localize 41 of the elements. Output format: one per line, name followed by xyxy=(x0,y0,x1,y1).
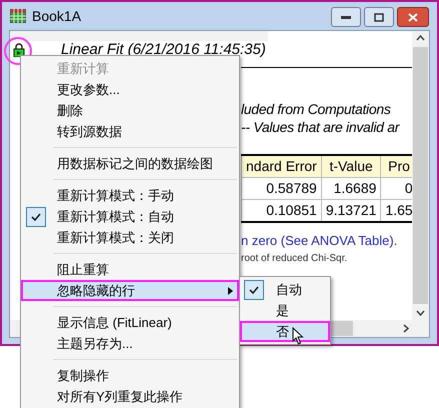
table-cell: 0.58789 xyxy=(242,178,322,200)
note-link[interactable]: n zero (See ANOVA Table). xyxy=(241,231,412,250)
menu-item[interactable]: 用数据标记之间的数据绘图 xyxy=(21,153,239,174)
menu-item[interactable]: 阻止重算 xyxy=(21,259,239,280)
scroll-down-icon[interactable] xyxy=(416,310,425,316)
column-header: Pro xyxy=(380,155,412,178)
menu-item[interactable]: 重新计算模式：关闭 xyxy=(21,227,239,248)
menu-item[interactable]: 忽略隐藏的行 xyxy=(21,280,239,301)
note-text: root of reduced Chi-Sqr. xyxy=(241,252,348,266)
maximize-button[interactable] xyxy=(364,7,394,27)
report-text: -- Values that are invalid ar xyxy=(241,118,401,136)
close-button[interactable] xyxy=(397,7,429,27)
submenu-item[interactable]: 是 xyxy=(240,300,330,321)
restore-icon xyxy=(374,12,384,22)
window-title: Book1A xyxy=(32,6,82,26)
minimize-icon xyxy=(341,15,351,19)
menu-item[interactable]: 转到源数据 xyxy=(21,121,239,142)
close-icon xyxy=(408,12,418,22)
menu-item[interactable]: 删除 xyxy=(21,100,239,121)
menu-item[interactable]: 显示信息 (FitLinear) xyxy=(21,312,239,333)
table-cell: 1.6689 xyxy=(321,178,381,200)
menu-item[interactable]: 重新计算模式：手动 xyxy=(21,185,239,206)
report-text: luded from Computations xyxy=(241,100,392,118)
scroll-right-icon[interactable] xyxy=(403,324,409,333)
submenu-arrow-icon xyxy=(228,286,233,294)
menu-item[interactable]: 重新计算模式：自动 xyxy=(21,206,239,227)
scroll-thumb[interactable] xyxy=(413,47,428,304)
column-header: t-Value xyxy=(321,155,381,178)
table-cell: 0.10851 xyxy=(242,200,322,222)
report-title: Linear Fit (6/21/2016 11:45:35) xyxy=(61,40,266,60)
menu-item[interactable]: 复制操作 xyxy=(21,365,239,386)
menu-item[interactable]: 主题另存为... xyxy=(21,333,239,354)
minimize-button[interactable] xyxy=(331,7,361,27)
submenu-item[interactable]: 否 xyxy=(240,321,330,342)
submenu-item[interactable]: 自动 xyxy=(240,279,330,300)
menu-item[interactable]: 更改参数... xyxy=(21,79,239,100)
vertical-scrollbar[interactable] xyxy=(412,31,429,320)
menu-item[interactable]: 对所有Y列重复此操作 xyxy=(21,386,239,407)
spreadsheet-icon xyxy=(10,9,26,23)
scroll-up-icon[interactable] xyxy=(416,35,425,41)
column-header: ndard Error xyxy=(242,155,322,178)
